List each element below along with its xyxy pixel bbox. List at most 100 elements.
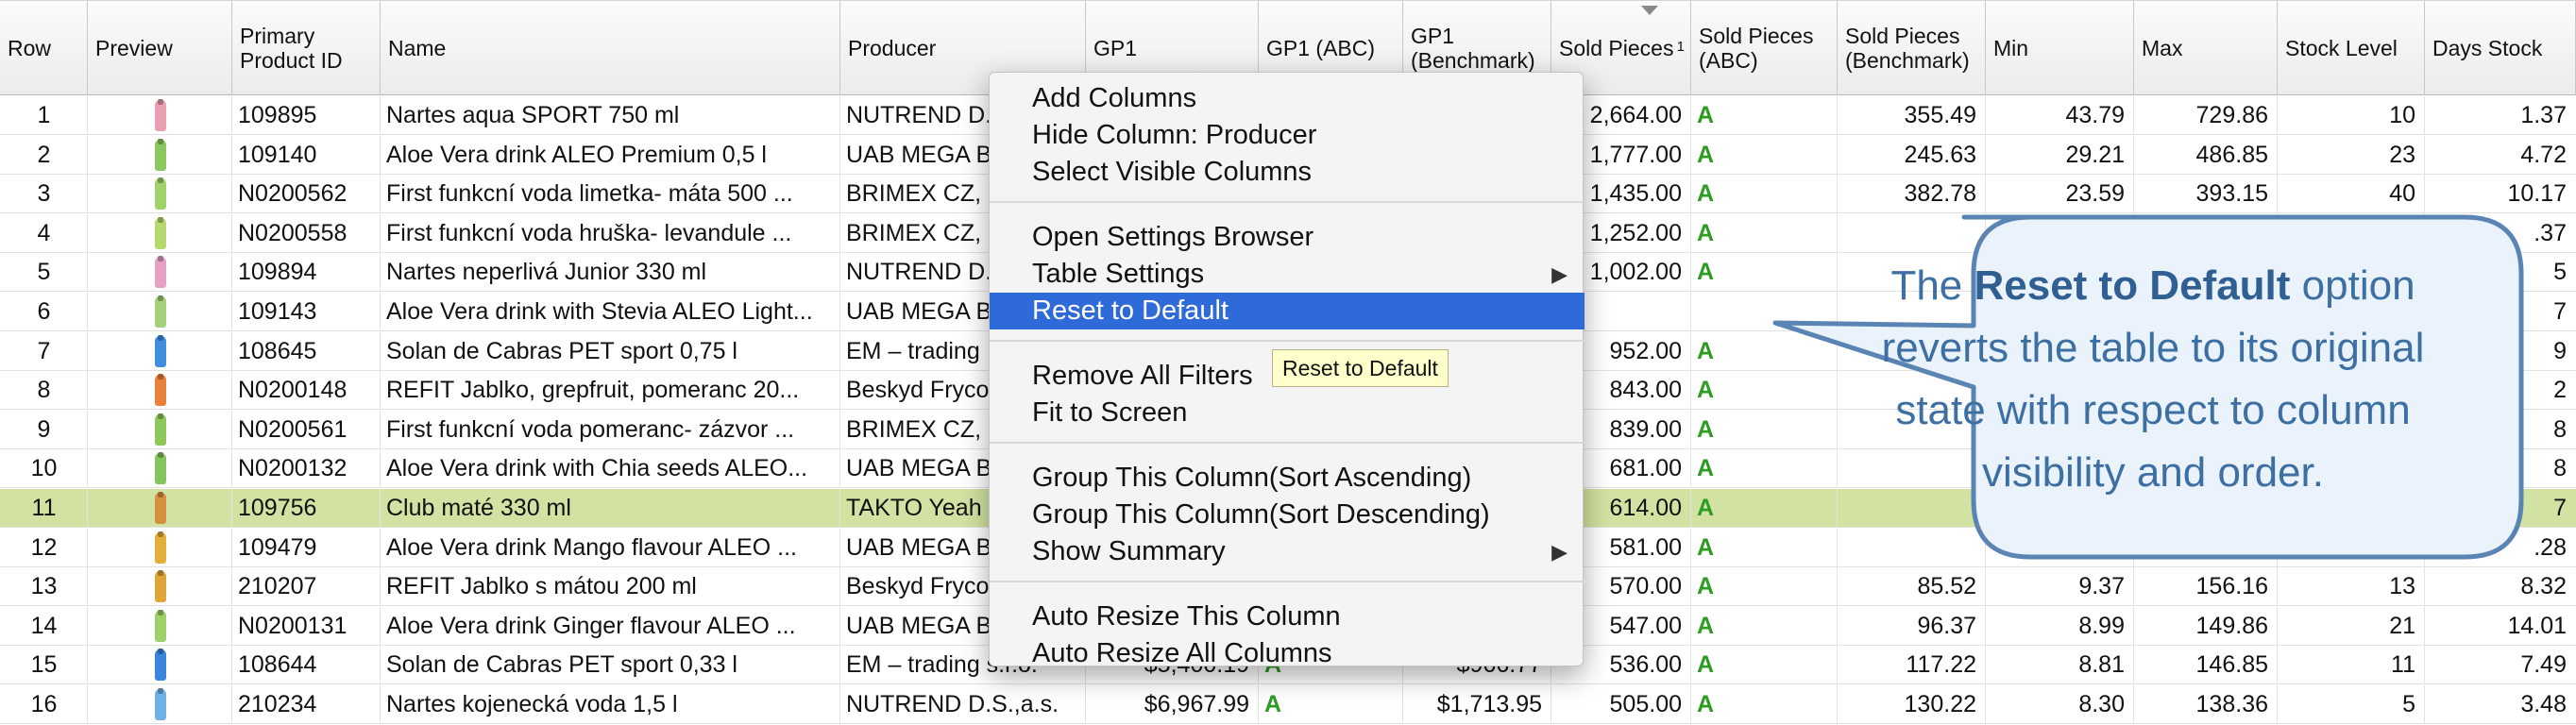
column-header-label: GP1 (ABC) [1266,36,1376,60]
column-divider [1837,213,1838,252]
cell-ppid: 109479 [238,533,317,561]
cell-soldbench [1838,529,1986,567]
cell-max: 138.36 [2195,691,2268,717]
column-divider [1690,96,1691,134]
menu-item-group-this-column-sort-ascending[interactable]: Group This Column(Sort Ascending) [990,460,1585,497]
cell-soldbench: 382.78 [1904,180,1976,208]
column-header-label: GP1 (Benchmark) [1411,24,1535,73]
cell-soldabc: A [1697,651,1715,679]
cell-soldabc: A [1697,377,1715,404]
column-header-max[interactable]: Max [2134,1,2278,95]
column-divider [1690,293,1691,330]
cell-gp1bench: $1,713.95 [1436,691,1542,717]
column-divider [380,293,381,330]
column-header-label: Primary Product ID [240,24,343,73]
column-divider [839,449,840,488]
column-divider [1690,606,1691,645]
column-header-label: Stock Level [2285,36,2398,60]
menu-item-add-columns[interactable]: Add Columns [990,80,1585,117]
cell-days: 14.01 [2507,612,2567,639]
column-header-name[interactable]: Name [381,1,840,95]
column-divider [1690,371,1691,410]
column-divider [2277,646,2278,684]
menu-item-group-this-column-sort-descending[interactable]: Group This Column(Sort Descending) [990,497,1585,533]
menu-item-auto-resize-all-columns[interactable]: Auto Resize All Columns [990,635,1585,672]
column-divider [87,449,88,488]
cell-days: 3.48 [2520,691,2567,717]
cell-days: .28 [2534,533,2567,561]
cell-row: 14 [30,612,58,639]
sort-order-badge: 1 [1676,39,1685,55]
column-divider [1837,646,1838,684]
cell-soldabc [1691,293,1838,331]
column-divider [87,253,88,292]
cell-max: 156.16 [2195,573,2268,600]
cell-row: 3 [37,180,51,208]
column-divider [2277,96,2278,134]
column-divider [87,371,88,410]
cell-ppid: N0200148 [238,377,347,404]
cell-preview [88,607,232,646]
column-divider [231,213,232,252]
cell-name: Aloe Vera drink ALEO Premium 0,5 l [386,141,767,168]
cell-ppid: N0200132 [238,455,347,482]
column-header-soldabc[interactable]: Sold Pieces (ABC) [1691,1,1838,95]
cell-soldabc: A [1697,495,1715,521]
cell-ppid: 109895 [238,102,317,128]
column-header-preview[interactable]: Preview [88,1,232,95]
cell-row: 6 [37,298,51,325]
cell-stock: 40 [2389,180,2415,208]
column-divider [231,293,232,330]
column-header-stock[interactable]: Stock Level [2278,1,2425,95]
column-header-ppid[interactable]: Primary Product ID [232,1,381,95]
cell-name: Nartes kojenecká voda 1,5 l [386,691,678,717]
cell-days: 4.72 [2520,141,2567,168]
cell-soldabc: A [1697,415,1715,443]
cell-max [2134,529,2278,567]
column-divider [380,253,381,292]
column-header-label: Sold Pieces (Benchmark) [1845,24,1970,73]
column-divider [231,135,232,174]
cell-name: Solan de Cabras PET sport 0,33 l [386,651,737,679]
column-divider [87,135,88,174]
menu-item-table-settings[interactable]: Table Settings ▶ [990,256,1585,293]
cell-name: First funkcní voda limetka- máta 500 ... [386,180,793,208]
column-header-min[interactable]: Min [1986,1,2134,95]
menu-item-label: Auto Resize All Columns [1032,638,1332,668]
column-header-row[interactable]: Row [0,1,88,95]
table-row[interactable]: 16 210234 Nartes kojenecká voda 1,5 l NUTRE… [0,685,2576,724]
column-header-days[interactable]: Days Stock [2425,1,2576,95]
cell-max: 393.15 [2195,180,2268,208]
menu-item-auto-resize-this-column[interactable]: Auto Resize This Column [990,599,1585,635]
column-divider [839,410,840,448]
column-header-label: Row [8,36,52,60]
column-divider [231,606,232,645]
menu-item-select-visible-columns[interactable]: Select Visible Columns [990,154,1585,191]
column-divider [380,449,381,488]
cell-ppid: 108644 [238,651,317,679]
cell-soldbench: 130.22 [1904,691,1976,717]
product-thumbnail-icon [154,571,166,603]
column-divider [839,96,840,134]
cell-row: 16 [30,691,58,717]
menu-item-show-summary[interactable]: Show Summary ▶ [990,533,1585,570]
cell-days: 8.32 [2520,573,2567,600]
cell-soldabc: A [1697,259,1715,286]
column-header-label: Preview [95,36,173,60]
column-divider [1690,410,1691,448]
column-header-label: Days Stock [2432,36,2543,60]
column-divider [380,685,381,723]
menu-item-open-settings-browser[interactable]: Open Settings Browser [990,219,1585,256]
menu-item-fit-to-screen[interactable]: Fit to Screen [990,395,1585,431]
column-divider [2424,528,2425,566]
cell-preview [88,175,232,213]
cell-soldabc: A [1697,141,1715,168]
menu-item-hide-column-producer[interactable]: Hide Column: Producer [990,117,1585,154]
cell-name: REFIT Jablko s mátou 200 ml [386,573,697,600]
column-header-soldbench[interactable]: Sold Pieces (Benchmark) [1838,1,1986,95]
menu-item-label: Select Visible Columns [1032,157,1313,187]
menu-item-reset-to-default[interactable]: Reset to Default [990,293,1585,329]
cell-days: 10.17 [2507,180,2567,208]
column-divider [87,567,88,606]
cell-row: 8 [37,377,51,404]
